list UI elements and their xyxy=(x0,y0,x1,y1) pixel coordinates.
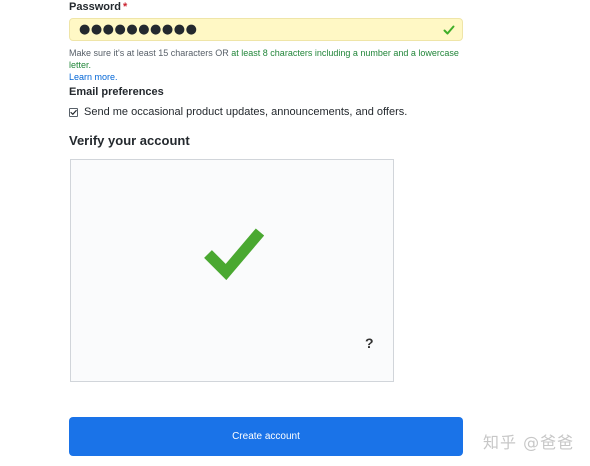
verified-checkmark-icon xyxy=(204,228,264,280)
required-asterisk: * xyxy=(122,1,128,13)
learn-more-link[interactable]: Learn more. xyxy=(69,71,469,83)
captcha-help-icon[interactable]: ? xyxy=(365,335,374,351)
create-account-button[interactable]: Create account xyxy=(69,417,463,456)
checkbox-check-icon xyxy=(70,109,77,115)
captcha-panel[interactable]: ? xyxy=(70,159,394,382)
updates-checkbox[interactable] xyxy=(69,107,78,117)
checkmark-icon xyxy=(443,25,455,35)
verify-account-title: Verify your account xyxy=(69,133,190,148)
password-hint-text: Make sure it's at least 15 characters OR xyxy=(69,48,232,58)
email-preferences-option[interactable]: Send me occasional product updates, anno… xyxy=(69,106,407,118)
password-input[interactable]: ●●●●●●●●●● xyxy=(69,18,463,41)
signup-form: Password * ●●●●●●●●●● Make sure it's at l… xyxy=(0,0,590,466)
watermark-text: 知乎 @爸爸 xyxy=(483,433,575,452)
password-masked-value: ●●●●●●●●●● xyxy=(79,22,198,37)
updates-checkbox-label[interactable]: Send me occasional product updates, anno… xyxy=(84,106,407,118)
password-label-text: Password xyxy=(69,1,121,13)
email-preferences-label: Email preferences xyxy=(69,86,164,98)
password-hint: Make sure it's at least 15 characters OR… xyxy=(69,47,469,83)
password-label: Password * xyxy=(69,1,127,13)
